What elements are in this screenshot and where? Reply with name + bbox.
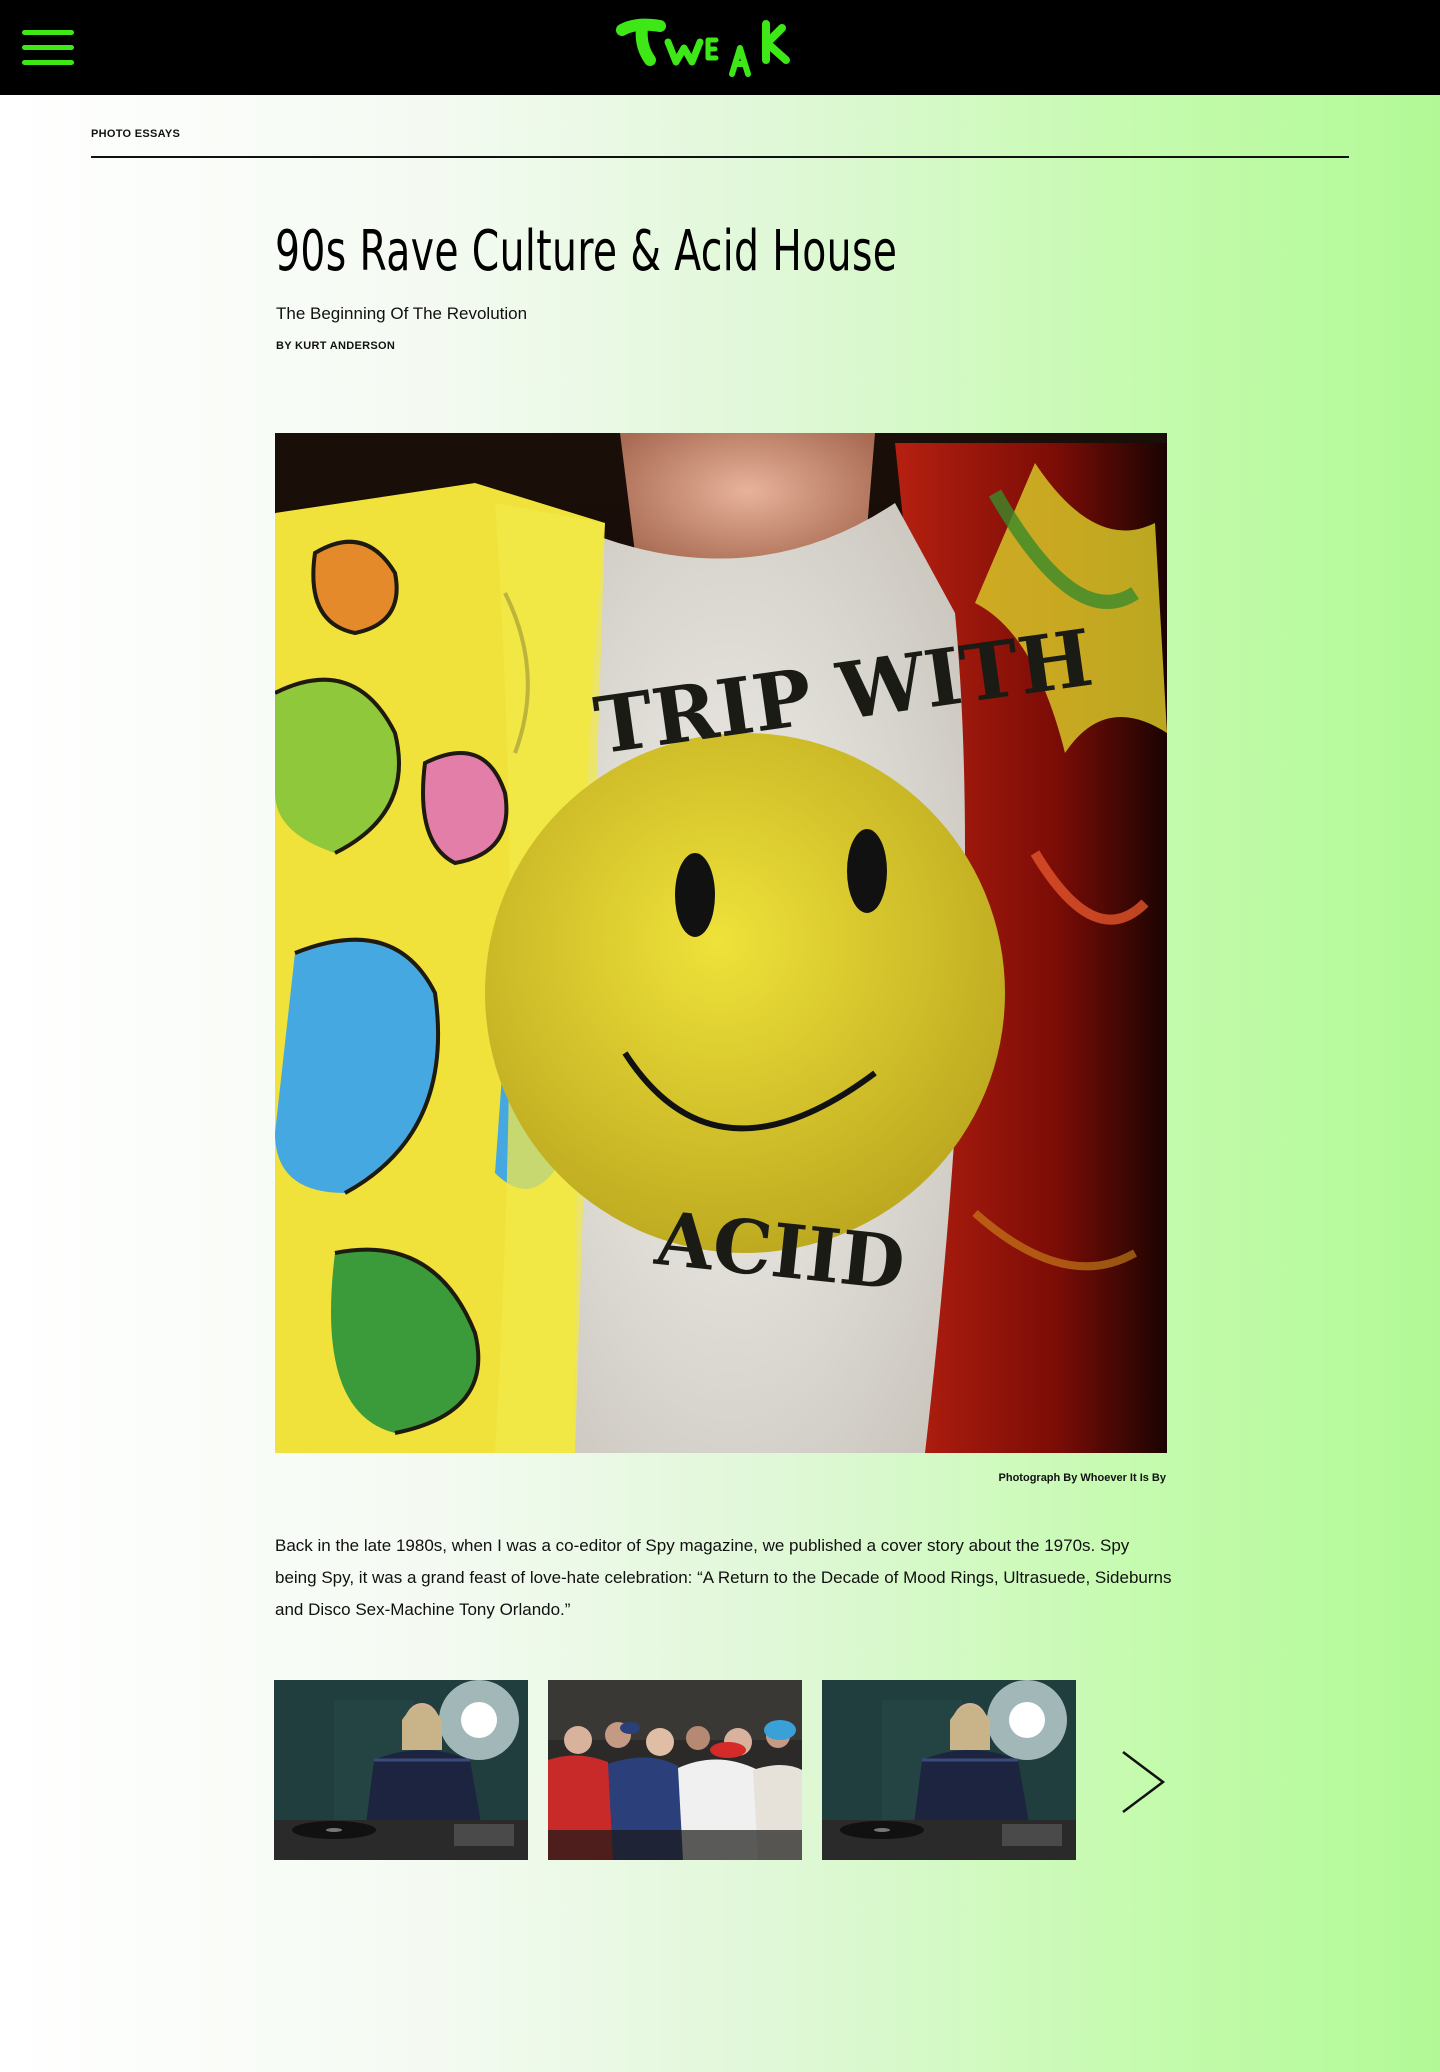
breadcrumb[interactable]: PHOTO ESSAYS — [91, 128, 180, 140]
gallery-thumbnail-dj[interactable] — [274, 1680, 528, 1860]
article-subtitle: The Beginning Of The Revolution — [276, 304, 528, 323]
page-title: 90s Rave Culture & Acid House — [275, 219, 898, 284]
menu-line — [22, 60, 74, 65]
article-byline[interactable]: BY KURT ANDERSON — [276, 340, 395, 352]
article-body: Back in the late 1980s, when I was a co-… — [275, 1530, 1175, 1626]
hamburger-icon[interactable] — [22, 30, 74, 66]
top-bar — [0, 0, 1440, 95]
dj-photo-2 — [822, 1680, 1076, 1860]
hero-image: TRIP WITH ACIID — [275, 433, 1167, 1453]
menu-line — [22, 45, 74, 50]
dj-photo — [274, 1680, 528, 1860]
section-divider — [91, 156, 1349, 158]
hero-photo: TRIP WITH ACIID — [275, 433, 1167, 1453]
body-paragraph: Back in the late 1980s, when I was a co-… — [275, 1536, 1172, 1619]
tweak-logo[interactable] — [616, 14, 812, 80]
photo-gallery — [274, 1680, 1174, 1860]
logo-wordmark — [616, 18, 790, 77]
menu-line — [22, 30, 74, 35]
crowd-photo — [548, 1680, 802, 1860]
chevron-right-icon[interactable] — [1115, 1748, 1169, 1816]
gallery-thumbnail-dj-2[interactable] — [822, 1680, 1076, 1860]
gallery-thumbnail-crowd[interactable] — [548, 1680, 802, 1860]
photo-caption: Photograph By Whoever It Is By — [998, 1472, 1166, 1484]
chevron-right-shape — [1122, 1751, 1166, 1813]
